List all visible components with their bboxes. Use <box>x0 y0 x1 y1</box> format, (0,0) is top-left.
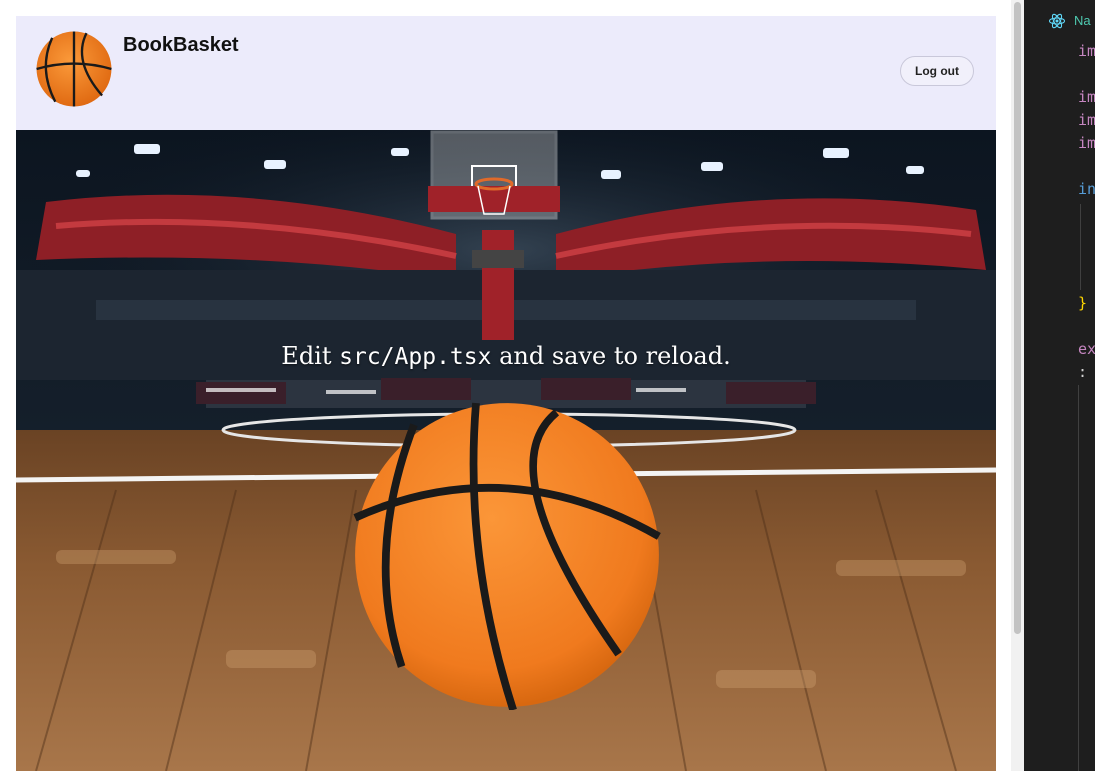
page-scrollbar-thumb[interactable] <box>1014 2 1021 634</box>
basketball-image <box>353 402 661 710</box>
app-brand-title: BookBasket <box>123 34 239 56</box>
hero-text-prefix: Edit <box>281 342 340 370</box>
code-line[interactable]: im <box>1078 111 1095 129</box>
code-line[interactable]: : <box>1078 363 1087 381</box>
indent-guide <box>1078 385 1079 771</box>
code-line[interactable]: im <box>1078 88 1095 106</box>
code-line[interactable]: ex <box>1078 340 1095 358</box>
app-header: BookBasket Log out <box>16 16 996 130</box>
code-line[interactable]: im <box>1078 42 1095 60</box>
indent-guide <box>1080 204 1081 290</box>
logout-button[interactable]: Log out <box>900 56 974 86</box>
code-line[interactable]: } <box>1078 294 1087 312</box>
hero-text-suffix: and save to reload. <box>491 342 731 370</box>
editor-tab-label[interactable]: Na <box>1074 13 1091 28</box>
react-icon <box>1048 13 1066 29</box>
hero-section: Edit src/App.tsx and save to reload. <box>16 130 996 771</box>
code-line[interactable]: in <box>1078 180 1095 198</box>
basketball-icon <box>36 31 112 107</box>
hero-code-path: src/App.tsx <box>339 344 492 370</box>
code-line[interactable]: im <box>1078 134 1095 152</box>
code-editor-panel: Na im im im im in } ex : <box>1024 0 1095 771</box>
hero-instruction-text: Edit src/App.tsx and save to reload. <box>16 342 996 370</box>
app-window: BookBasket Log out Edit src/App.tsx and … <box>16 16 996 771</box>
